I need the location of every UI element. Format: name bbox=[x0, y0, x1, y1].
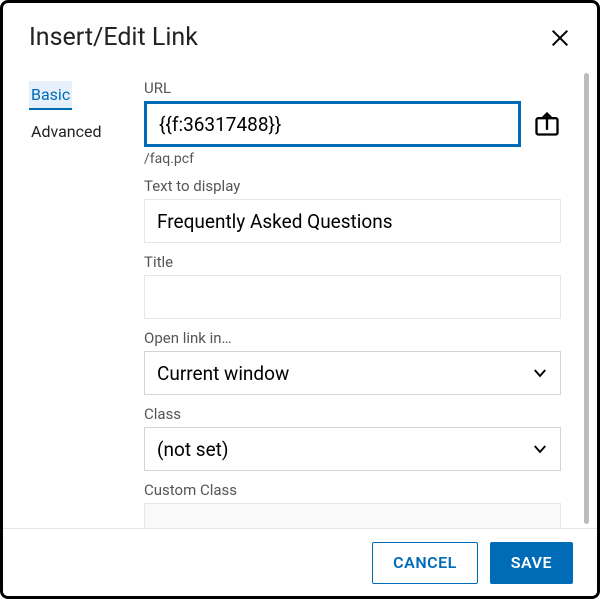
customclass-label: Custom Class bbox=[144, 481, 561, 499]
dialog-title: Insert/Edit Link bbox=[29, 23, 198, 52]
close-button[interactable] bbox=[549, 27, 571, 49]
openin-label: Open link in… bbox=[144, 329, 561, 347]
url-field: URL /faq.pcf bbox=[144, 79, 561, 167]
tab-advanced[interactable]: Advanced bbox=[29, 116, 124, 147]
cancel-button[interactable]: CANCEL bbox=[372, 542, 478, 584]
title-input[interactable] bbox=[144, 275, 561, 319]
class-label: Class bbox=[144, 405, 561, 423]
class-value[interactable] bbox=[144, 427, 561, 471]
url-resolved-path: /faq.pcf bbox=[144, 151, 561, 167]
text-label: Text to display bbox=[144, 177, 561, 195]
url-label: URL bbox=[144, 79, 561, 97]
dialog-body: Basic Advanced URL /faq.pcf bbox=[3, 69, 597, 528]
openin-select[interactable] bbox=[144, 351, 561, 395]
title-field: Title bbox=[144, 253, 561, 319]
insert-edit-link-dialog: Insert/Edit Link Basic Advanced URL bbox=[0, 0, 600, 599]
dialog-header: Insert/Edit Link bbox=[3, 3, 597, 64]
customclass-field: Custom Class bbox=[144, 481, 561, 528]
tab-list: Basic Advanced bbox=[29, 79, 124, 528]
url-input[interactable] bbox=[144, 101, 521, 147]
customclass-input[interactable] bbox=[144, 503, 561, 528]
text-input[interactable] bbox=[144, 199, 561, 243]
form-area: URL /faq.pcf Text to display bbox=[144, 79, 571, 528]
title-label: Title bbox=[144, 253, 561, 271]
class-select[interactable] bbox=[144, 427, 561, 471]
file-chooser-button[interactable] bbox=[533, 110, 561, 138]
openin-value[interactable] bbox=[144, 351, 561, 395]
openin-field: Open link in… bbox=[144, 329, 561, 395]
dialog-footer: CANCEL SAVE bbox=[3, 528, 597, 596]
vertical-scrollbar[interactable] bbox=[584, 73, 589, 524]
tab-basic[interactable]: Basic bbox=[29, 81, 72, 110]
text-field: Text to display bbox=[144, 177, 561, 243]
close-icon bbox=[549, 27, 571, 49]
class-field: Class bbox=[144, 405, 561, 471]
save-button[interactable]: SAVE bbox=[490, 542, 573, 584]
file-chooser-icon bbox=[533, 110, 561, 138]
